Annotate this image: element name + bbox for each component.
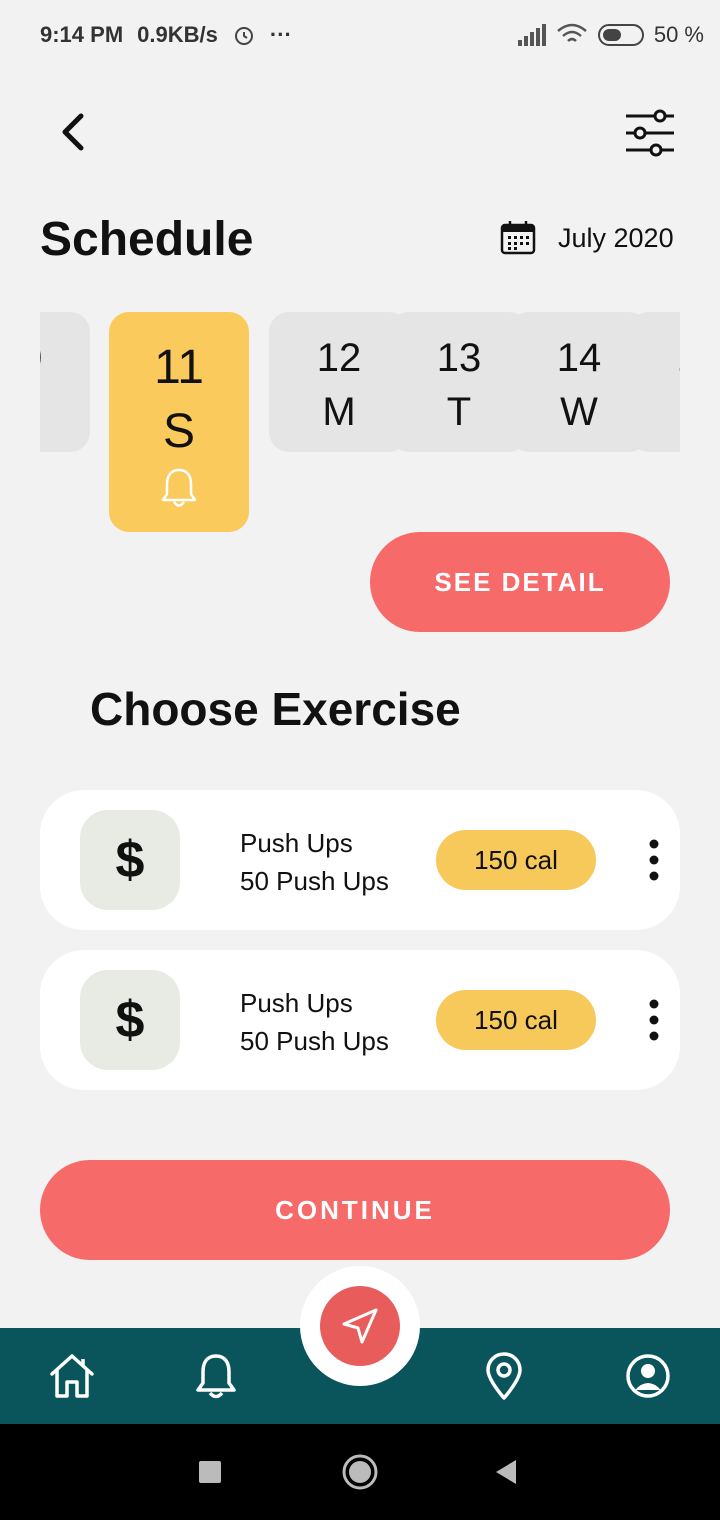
status-bar: 9:14 PM 0.9KB/s ··· 50 % [0, 0, 720, 70]
calorie-badge: 150 cal [436, 990, 596, 1050]
filter-button[interactable] [622, 108, 678, 158]
calorie-badge: 150 cal [436, 830, 596, 890]
recents-icon[interactable] [198, 1460, 222, 1484]
day-weekday: M [322, 390, 356, 434]
day-weekday: T [446, 390, 472, 434]
home-circle-icon[interactable] [340, 1452, 380, 1492]
day-strip[interactable]: 10 S 11 S 12 M 13 T 14 W 15 T [40, 312, 680, 542]
day-number: 14 [556, 336, 602, 380]
exercise-text: Push Ups 50 Push Ups [240, 984, 389, 1060]
back-triangle-icon[interactable] [494, 1458, 518, 1486]
day-weekday: S [162, 405, 195, 458]
day-weekday: T [629, 390, 680, 435]
month-label: July 2020 [558, 222, 674, 253]
day-weekday: W [560, 390, 598, 434]
exercise-name: Push Ups [240, 988, 353, 1018]
navigation-icon [342, 1308, 378, 1344]
exercise-card[interactable]: $ Push Ups 50 Push Ups 150 cal [40, 790, 680, 930]
home-icon[interactable] [46, 1350, 98, 1402]
status-right: 50 % [516, 22, 704, 48]
day-number: 13 [436, 336, 482, 380]
see-detail-button[interactable]: SEE DETAIL [370, 532, 670, 632]
day-number: 12 [316, 336, 362, 380]
dollar-icon: $ [80, 970, 180, 1070]
day-item[interactable]: 10 S [40, 312, 90, 452]
status-speed: 0.9KB/s [137, 22, 218, 47]
location-pin-icon[interactable] [478, 1350, 530, 1402]
fab-container [300, 1266, 420, 1386]
more-vertical-icon[interactable] [640, 998, 668, 1042]
status-time: 9:14 PM [40, 22, 124, 47]
profile-icon[interactable] [622, 1350, 674, 1402]
sliders-icon [626, 109, 674, 157]
bell-icon[interactable] [190, 1350, 242, 1402]
back-button[interactable] [48, 108, 96, 156]
system-nav-bar [0, 1424, 720, 1520]
more-vertical-icon[interactable] [640, 838, 668, 882]
day-item[interactable]: 13 T [389, 312, 529, 452]
exercise-name: Push Ups [240, 828, 353, 858]
day-number: 15 [629, 336, 680, 381]
battery-level: 50 % [653, 22, 704, 47]
signal-icon [517, 24, 546, 46]
day-weekday: S [40, 390, 90, 435]
day-item[interactable]: 12 M [269, 312, 409, 452]
page-title: Schedule [40, 213, 254, 266]
bell-icon [161, 468, 197, 507]
alarm-icon [234, 27, 253, 45]
exercise-text: Push Ups 50 Push Ups [240, 824, 389, 900]
calendar-icon [500, 221, 536, 255]
day-item[interactable]: 15 T [629, 312, 680, 452]
day-number: 10 [40, 336, 90, 381]
exercise-card[interactable]: $ Push Ups 50 Push Ups 150 cal [40, 950, 680, 1090]
day-item[interactable]: 14 W [509, 312, 649, 452]
section-title: Choose Exercise [90, 683, 461, 735]
chevron-left-icon [62, 113, 84, 151]
wifi-icon [557, 23, 587, 42]
day-number: 11 [154, 341, 204, 394]
day-item-selected[interactable]: 11 S [109, 312, 249, 532]
status-left: 9:14 PM 0.9KB/s ··· [40, 22, 292, 48]
navigate-button[interactable] [320, 1286, 400, 1366]
month-selector[interactable]: July 2020 [500, 220, 674, 256]
battery-icon [597, 24, 644, 46]
exercise-detail: 50 Push Ups [240, 1026, 389, 1056]
exercise-detail: 50 Push Ups [240, 866, 389, 896]
continue-button[interactable]: CONTINUE [40, 1160, 670, 1260]
dollar-icon: $ [80, 810, 180, 910]
status-dots: ··· [269, 22, 292, 47]
